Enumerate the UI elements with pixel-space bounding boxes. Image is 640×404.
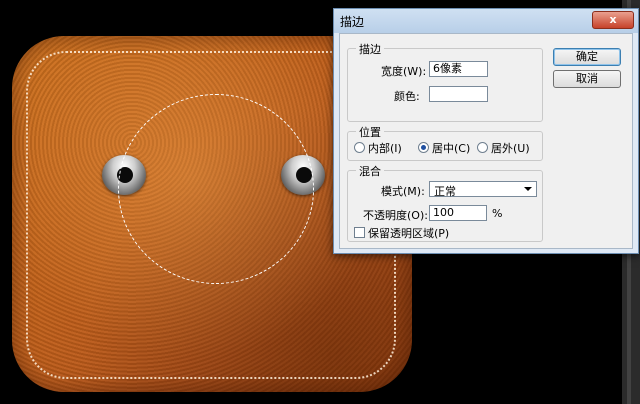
close-button[interactable]: x — [592, 11, 634, 29]
width-input[interactable]: 6像素 — [429, 61, 488, 77]
radio-outside[interactable] — [477, 142, 488, 153]
color-label: 颜色: — [394, 90, 420, 103]
mode-label: 模式(M): — [381, 185, 425, 198]
cancel-button[interactable]: 取消 — [553, 70, 621, 88]
dialog-titlebar[interactable]: 描边 x — [334, 9, 638, 33]
stroke-group: 描边 宽度(W): 6像素 颜色: — [347, 41, 543, 122]
chevron-down-icon — [524, 187, 532, 191]
dialog-body: 描边 宽度(W): 6像素 颜色: 位置 内部(I) 居中(C) 居外(U) 混… — [339, 33, 633, 249]
radio-center-label: 居中(C) — [432, 142, 471, 155]
radio-center[interactable] — [418, 142, 429, 153]
opacity-label: 不透明度(O): — [363, 209, 428, 222]
radio-inside-label: 内部(I) — [368, 142, 402, 155]
mode-value: 正常 — [434, 185, 456, 198]
blend-group: 混合 模式(M): 正常 不透明度(O): 100 % 保留透明区域(P) — [347, 163, 543, 242]
radio-inside[interactable] — [354, 142, 365, 153]
color-swatch[interactable] — [429, 86, 488, 102]
width-unit: 像素 — [440, 62, 462, 75]
dialog-title: 描边 — [340, 15, 365, 29]
preserve-transparency-label: 保留透明区域(P) — [368, 227, 450, 240]
opacity-unit: % — [492, 207, 503, 220]
preserve-transparency-checkbox[interactable] — [354, 227, 365, 238]
blend-group-title: 混合 — [356, 163, 384, 179]
position-group: 位置 内部(I) 居中(C) 居外(U) — [347, 124, 543, 161]
stroke-dialog: 描边 x 描边 宽度(W): 6像素 颜色: 位置 内部(I) 居中(C) 居外… — [333, 8, 639, 254]
width-value: 6 — [433, 62, 440, 75]
opacity-input[interactable]: 100 — [429, 205, 487, 221]
width-label: 宽度(W): — [381, 65, 427, 78]
mode-select[interactable]: 正常 — [429, 181, 537, 198]
marquee-selection — [118, 94, 314, 284]
ok-button[interactable]: 确定 — [553, 48, 621, 66]
stroke-group-title: 描边 — [356, 41, 384, 57]
position-group-title: 位置 — [356, 124, 384, 140]
radio-outside-label: 居外(U) — [491, 142, 530, 155]
